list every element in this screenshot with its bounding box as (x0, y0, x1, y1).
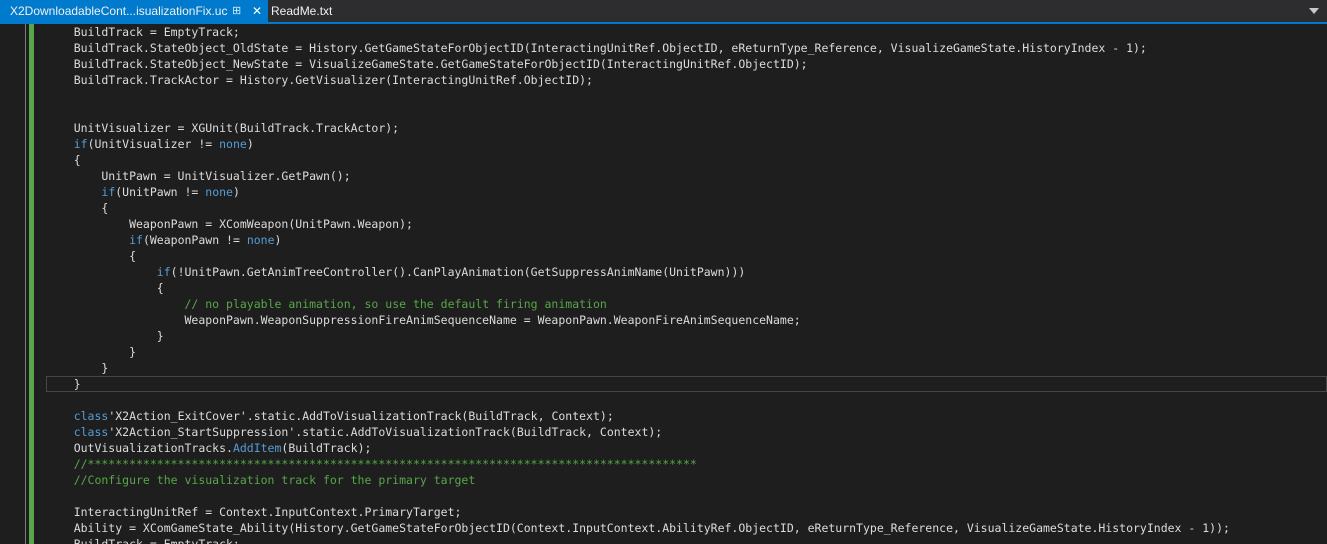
close-icon[interactable]: ✕ (252, 0, 262, 22)
code-token: { (46, 249, 137, 263)
code-line[interactable] (46, 488, 1327, 504)
code-line[interactable]: { (46, 280, 1327, 296)
code-token: 'X2Action_ExitCover'.static.AddToVisuali… (108, 409, 614, 423)
pin-icon[interactable]: ⊞ (232, 0, 241, 22)
code-token: WeaponPawn.WeaponSuppressionFireAnimSequ… (46, 313, 801, 327)
code-line[interactable]: BuildTrack = EmptyTrack; (46, 24, 1327, 40)
code-token: } (46, 377, 81, 391)
code-token: WeaponPawn = XComWeapon(UnitPawn.Weapon)… (46, 217, 413, 231)
code-line[interactable]: class'X2Action_StartSuppression'.static.… (46, 424, 1327, 440)
code-token: BuildTrack = EmptyTrack; (46, 537, 240, 544)
code-line[interactable]: { (46, 152, 1327, 168)
code-token: { (46, 281, 164, 295)
code-line[interactable]: Ability = XComGameState_Ability(History.… (46, 520, 1327, 536)
code-token: (BuildTrack); (281, 441, 372, 455)
code-line[interactable]: if(UnitVisualizer != none) (46, 136, 1327, 152)
code-token: ) (246, 137, 254, 151)
outlining-margin[interactable] (8, 24, 28, 544)
code-line[interactable]: { (46, 248, 1327, 264)
code-line[interactable]: } (46, 344, 1327, 360)
keyword-token: none (205, 185, 233, 199)
code-token: UnitVisualizer = XGUnit(BuildTrack.Track… (46, 121, 400, 135)
comment-token: //Configure the visualization track for … (46, 473, 476, 487)
code-line[interactable]: InteractingUnitRef = Context.InputContex… (46, 504, 1327, 520)
code-editor[interactable]: BuildTrack = EmptyTrack; BuildTrack.Stat… (0, 24, 1327, 544)
code-line[interactable]: class'X2Action_ExitCover'.static.AddToVi… (46, 408, 1327, 424)
document-tab-bar: X2DownloadableCont...isualizationFix.uc … (0, 0, 1327, 24)
code-line[interactable]: BuildTrack.StateObject_NewState = Visual… (46, 56, 1327, 72)
code-token: BuildTrack.StateObject_NewState = Visual… (46, 57, 808, 71)
code-token: BuildTrack = EmptyTrack; (46, 25, 240, 39)
code-token: } (46, 361, 109, 375)
code-token: BuildTrack.TrackActor = History.GetVisua… (46, 73, 593, 87)
tab-label: X2DownloadableCont...isualizationFix.uc (10, 4, 228, 18)
code-line[interactable]: WeaponPawn.WeaponSuppressionFireAnimSequ… (46, 312, 1327, 328)
comment-token: //**************************************… (46, 457, 697, 471)
code-token: ) (232, 185, 240, 199)
code-token: (UnitVisualizer != (87, 137, 220, 151)
code-token: (WeaponPawn != (142, 233, 247, 247)
code-token: InteractingUnitRef = Context.InputContex… (46, 505, 462, 519)
code-line[interactable]: WeaponPawn = XComWeapon(UnitPawn.Weapon)… (46, 216, 1327, 232)
keyword-token: if (156, 265, 171, 279)
code-token: } (46, 329, 164, 343)
code-line[interactable]: UnitVisualizer = XGUnit(BuildTrack.Track… (46, 120, 1327, 136)
code-line[interactable]: } (46, 360, 1327, 376)
code-line[interactable] (46, 88, 1327, 104)
code-token: (UnitPawn != (115, 185, 206, 199)
comment-token: // no playable animation, so use the def… (184, 297, 607, 311)
code-line[interactable] (46, 104, 1327, 120)
code-line[interactable]: BuildTrack = EmptyTrack; (46, 536, 1327, 544)
code-line[interactable] (46, 392, 1327, 408)
code-token: (!UnitPawn.GetAnimTreeController().CanPl… (170, 265, 746, 279)
chevron-down-icon[interactable] (1309, 8, 1319, 14)
code-line[interactable]: //Configure the visualization track for … (46, 472, 1327, 488)
code-line[interactable]: if(WeaponPawn != none) (46, 232, 1327, 248)
tab-x2downloadablecontent-uc[interactable]: X2DownloadableCont...isualizationFix.uc … (0, 0, 268, 22)
code-line[interactable]: // no playable animation, so use the def… (46, 296, 1327, 312)
code-token: 'X2Action_StartSuppression'.static.AddTo… (108, 425, 663, 439)
code-line[interactable]: BuildTrack.StateObject_OldState = Histor… (46, 40, 1327, 56)
code-line[interactable]: UnitPawn = UnitVisualizer.GetPawn(); (46, 168, 1327, 184)
code-line[interactable]: if(UnitPawn != none) (46, 184, 1327, 200)
keyword-token: if (101, 185, 116, 199)
code-token: Ability = XComGameState_Ability(History.… (46, 521, 1230, 535)
code-token: ) (274, 233, 282, 247)
selection-margin[interactable] (0, 24, 8, 544)
keyword-token: AddItem (232, 441, 282, 455)
outline-guide (25, 24, 26, 544)
code-line[interactable]: OutVisualizationTracks.AddItem(BuildTrac… (46, 440, 1327, 456)
keyword-token: class (73, 409, 109, 423)
change-tracking-bar (29, 24, 34, 544)
tab-readme-txt[interactable]: ReadMe.txt (268, 0, 332, 22)
code-line[interactable]: } (46, 376, 1327, 392)
code-line[interactable]: } (46, 328, 1327, 344)
code-token: BuildTrack.StateObject_OldState = Histor… (46, 41, 1147, 55)
code-token: } (46, 345, 137, 359)
code-token: { (46, 153, 81, 167)
code-line[interactable]: BuildTrack.TrackActor = History.GetVisua… (46, 72, 1327, 88)
code-line[interactable]: if(!UnitPawn.GetAnimTreeController().Can… (46, 264, 1327, 280)
tab-label: ReadMe.txt (271, 4, 333, 18)
code-token: { (46, 201, 109, 215)
keyword-token: none (246, 233, 275, 247)
code-line[interactable]: //**************************************… (46, 456, 1327, 472)
code-token: UnitPawn = UnitVisualizer.GetPawn(); (46, 169, 351, 183)
keyword-token: class (73, 425, 109, 439)
code-lines[interactable]: BuildTrack = EmptyTrack; BuildTrack.Stat… (46, 24, 1327, 544)
keyword-token: if (129, 233, 143, 247)
keyword-token: if (73, 137, 88, 151)
code-line[interactable]: { (46, 200, 1327, 216)
code-token: OutVisualizationTracks. (46, 441, 233, 455)
keyword-token: none (219, 137, 247, 151)
